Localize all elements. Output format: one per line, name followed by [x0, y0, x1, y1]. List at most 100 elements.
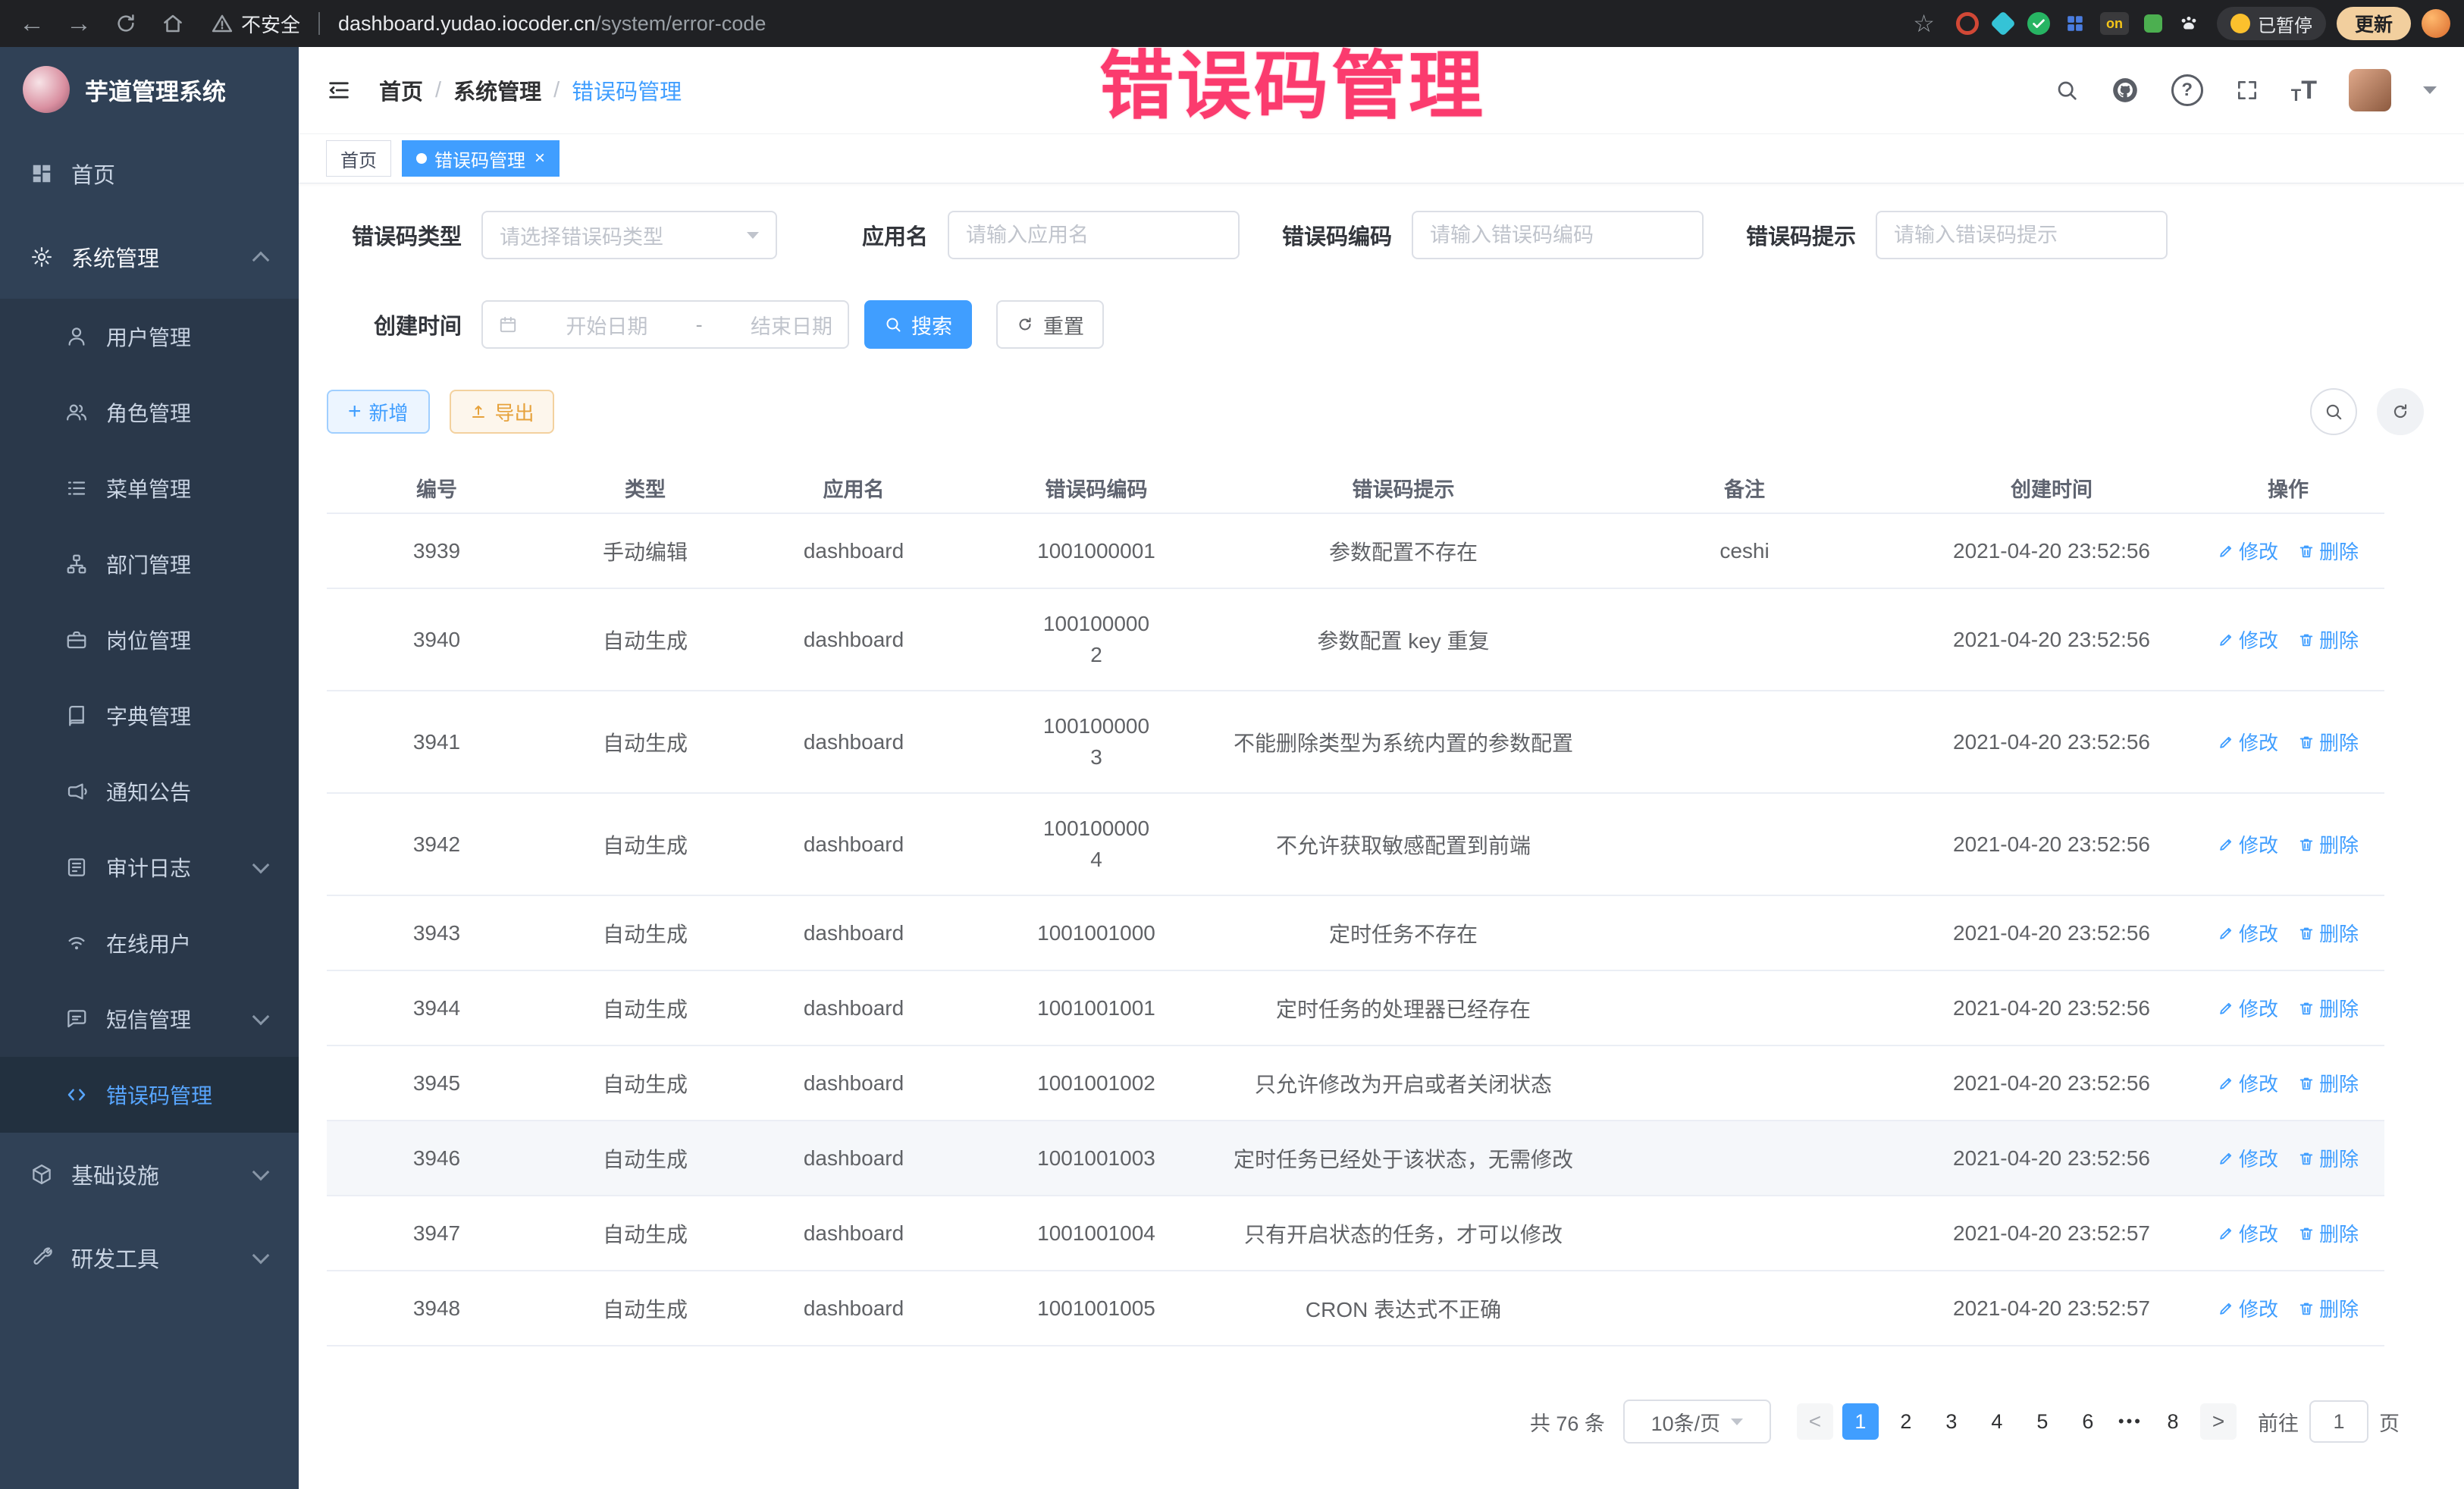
delete-link[interactable]: 删除: [2298, 1219, 2359, 1247]
github-button[interactable]: [2111, 76, 2140, 105]
refresh-icon: [1016, 315, 1034, 334]
edit-link[interactable]: 修改: [2218, 728, 2278, 756]
extension-icon[interactable]: [2144, 14, 2162, 33]
security-chip[interactable]: 不安全: [211, 10, 300, 38]
sidebar-item-departments[interactable]: 部门管理: [0, 526, 299, 602]
edit-link[interactable]: 修改: [2218, 537, 2278, 565]
date-range-picker[interactable]: 开始日期 - 结束日期: [481, 300, 849, 349]
page-button-8[interactable]: 8: [2155, 1403, 2191, 1440]
sidebar-item-users[interactable]: 用户管理: [0, 299, 299, 375]
sidebar-item-menus[interactable]: 菜单管理: [0, 450, 299, 526]
extension-icon[interactable]: [1956, 12, 1979, 35]
table-row: 3945 自动生成 dashboard 1001001002 只允许修改为开启或…: [327, 1046, 2384, 1121]
sidebar-item-label: 部门管理: [106, 549, 191, 579]
prev-page-button[interactable]: <: [1797, 1403, 1833, 1440]
bookmark-star-icon[interactable]: ☆: [1913, 9, 1935, 38]
page-button-5[interactable]: 5: [2024, 1403, 2061, 1440]
tag-home[interactable]: 首页: [326, 140, 391, 177]
caret-down-icon[interactable]: [2423, 86, 2437, 94]
page-button-1[interactable]: 1: [1842, 1403, 1879, 1440]
logo[interactable]: 芋道管理系统: [0, 47, 299, 132]
home-button[interactable]: [155, 5, 191, 42]
sidebar-item-sms[interactable]: 短信管理: [0, 981, 299, 1057]
sidebar-item-error-code[interactable]: 错误码管理: [0, 1057, 299, 1133]
end-date-placeholder: 结束日期: [751, 310, 832, 340]
edit-label: 修改: [2239, 919, 2278, 947]
reload-button[interactable]: [108, 5, 144, 42]
refresh-table-button[interactable]: [2377, 388, 2424, 435]
sidebar-item-infrastructure[interactable]: 基础设施: [0, 1133, 299, 1216]
goto-page-input[interactable]: [2309, 1400, 2368, 1443]
add-button[interactable]: + 新增: [327, 390, 430, 434]
edit-link[interactable]: 修改: [2218, 625, 2278, 654]
delete-link[interactable]: 删除: [2298, 1294, 2359, 1322]
table-toolbar: + 新增 导出: [327, 388, 2436, 435]
error-hint-input[interactable]: [1876, 211, 2168, 259]
sidebar-item-dev-tools[interactable]: 研发工具: [0, 1216, 299, 1299]
reset-button[interactable]: 重置: [996, 300, 1104, 349]
extension-icon[interactable]: [2027, 12, 2050, 35]
delete-link[interactable]: 删除: [2298, 625, 2359, 654]
delete-link[interactable]: 删除: [2298, 1144, 2359, 1172]
search-button[interactable]: 搜索: [864, 300, 972, 349]
search-toggle-button[interactable]: [2310, 388, 2357, 435]
back-button[interactable]: ←: [14, 5, 50, 42]
breadcrumb-item[interactable]: 首页: [379, 74, 423, 106]
delete-link[interactable]: 删除: [2298, 830, 2359, 858]
sidebar-item-system[interactable]: 系统管理: [0, 215, 299, 299]
delete-link[interactable]: 删除: [2298, 537, 2359, 565]
breadcrumb-item[interactable]: 系统管理: [453, 74, 541, 106]
delete-link[interactable]: 删除: [2298, 728, 2359, 756]
browser-profile-avatar[interactable]: [2422, 9, 2450, 38]
more-pages-icon[interactable]: •••: [2118, 1412, 2143, 1431]
sidebar-item-notices[interactable]: 通知公告: [0, 754, 299, 829]
close-icon[interactable]: ×: [534, 148, 545, 169]
app-name-input[interactable]: [948, 211, 1240, 259]
next-page-button[interactable]: >: [2200, 1403, 2237, 1440]
sidebar-item-audit-log[interactable]: 审计日志: [0, 829, 299, 905]
cell-hint: CRON 表达式不正确: [1229, 1293, 1578, 1324]
export-button[interactable]: 导出: [450, 390, 554, 434]
pagination: 共 76 条 10条/页 < 1 2 3 4 5 6 ••• 8 > 前往: [327, 1400, 2400, 1444]
sidebar-item-label: 用户管理: [106, 321, 191, 352]
edit-link[interactable]: 修改: [2218, 994, 2278, 1022]
page-button-2[interactable]: 2: [1888, 1403, 1924, 1440]
sidebar-item-online-users[interactable]: 在线用户: [0, 905, 299, 981]
delete-link[interactable]: 删除: [2298, 919, 2359, 947]
sidebar-item-home[interactable]: 首页: [0, 132, 299, 215]
page-button-6[interactable]: 6: [2070, 1403, 2106, 1440]
tag-error-code[interactable]: 错误码管理 ×: [402, 140, 560, 177]
extension-on-badge[interactable]: on: [2100, 12, 2129, 35]
delete-link[interactable]: 删除: [2298, 994, 2359, 1022]
edit-link[interactable]: 修改: [2218, 1069, 2278, 1097]
font-size-button[interactable]: TT: [2291, 76, 2317, 105]
edit-link[interactable]: 修改: [2218, 1294, 2278, 1322]
select-placeholder: 请选择错误码类型: [500, 221, 663, 250]
edit-link[interactable]: 修改: [2218, 830, 2278, 858]
user-avatar[interactable]: [2349, 69, 2391, 111]
sidebar-item-positions[interactable]: 岗位管理: [0, 602, 299, 678]
search-button[interactable]: [2055, 78, 2079, 102]
sidebar-item-roles[interactable]: 角色管理: [0, 375, 299, 450]
sidebar-item-dictionary[interactable]: 字典管理: [0, 678, 299, 754]
sidebar-collapse-button[interactable]: [326, 77, 352, 103]
edit-link[interactable]: 修改: [2218, 1144, 2278, 1172]
page-button-4[interactable]: 4: [1979, 1403, 2015, 1440]
forward-button[interactable]: →: [61, 5, 97, 42]
page-button-3[interactable]: 3: [1933, 1403, 1970, 1440]
cell-hint: 参数配置不存在: [1229, 536, 1578, 566]
page-size-select[interactable]: 10条/页: [1623, 1400, 1771, 1444]
fullscreen-button[interactable]: [2235, 78, 2259, 102]
paused-badge[interactable]: 已暂停: [2217, 7, 2326, 40]
grid-extension-icon[interactable]: [2065, 14, 2085, 33]
delete-link[interactable]: 删除: [2298, 1069, 2359, 1097]
help-button[interactable]: ?: [2171, 74, 2203, 106]
edit-link[interactable]: 修改: [2218, 919, 2278, 947]
update-button[interactable]: 更新: [2337, 7, 2411, 40]
error-type-select[interactable]: 请选择错误码类型: [481, 211, 777, 259]
error-code-input[interactable]: [1412, 211, 1704, 259]
cell-id: 3948: [327, 1296, 547, 1321]
paw-extension-icon[interactable]: [2177, 12, 2200, 35]
edit-link[interactable]: 修改: [2218, 1219, 2278, 1247]
extension-icon[interactable]: [1990, 11, 2016, 36]
